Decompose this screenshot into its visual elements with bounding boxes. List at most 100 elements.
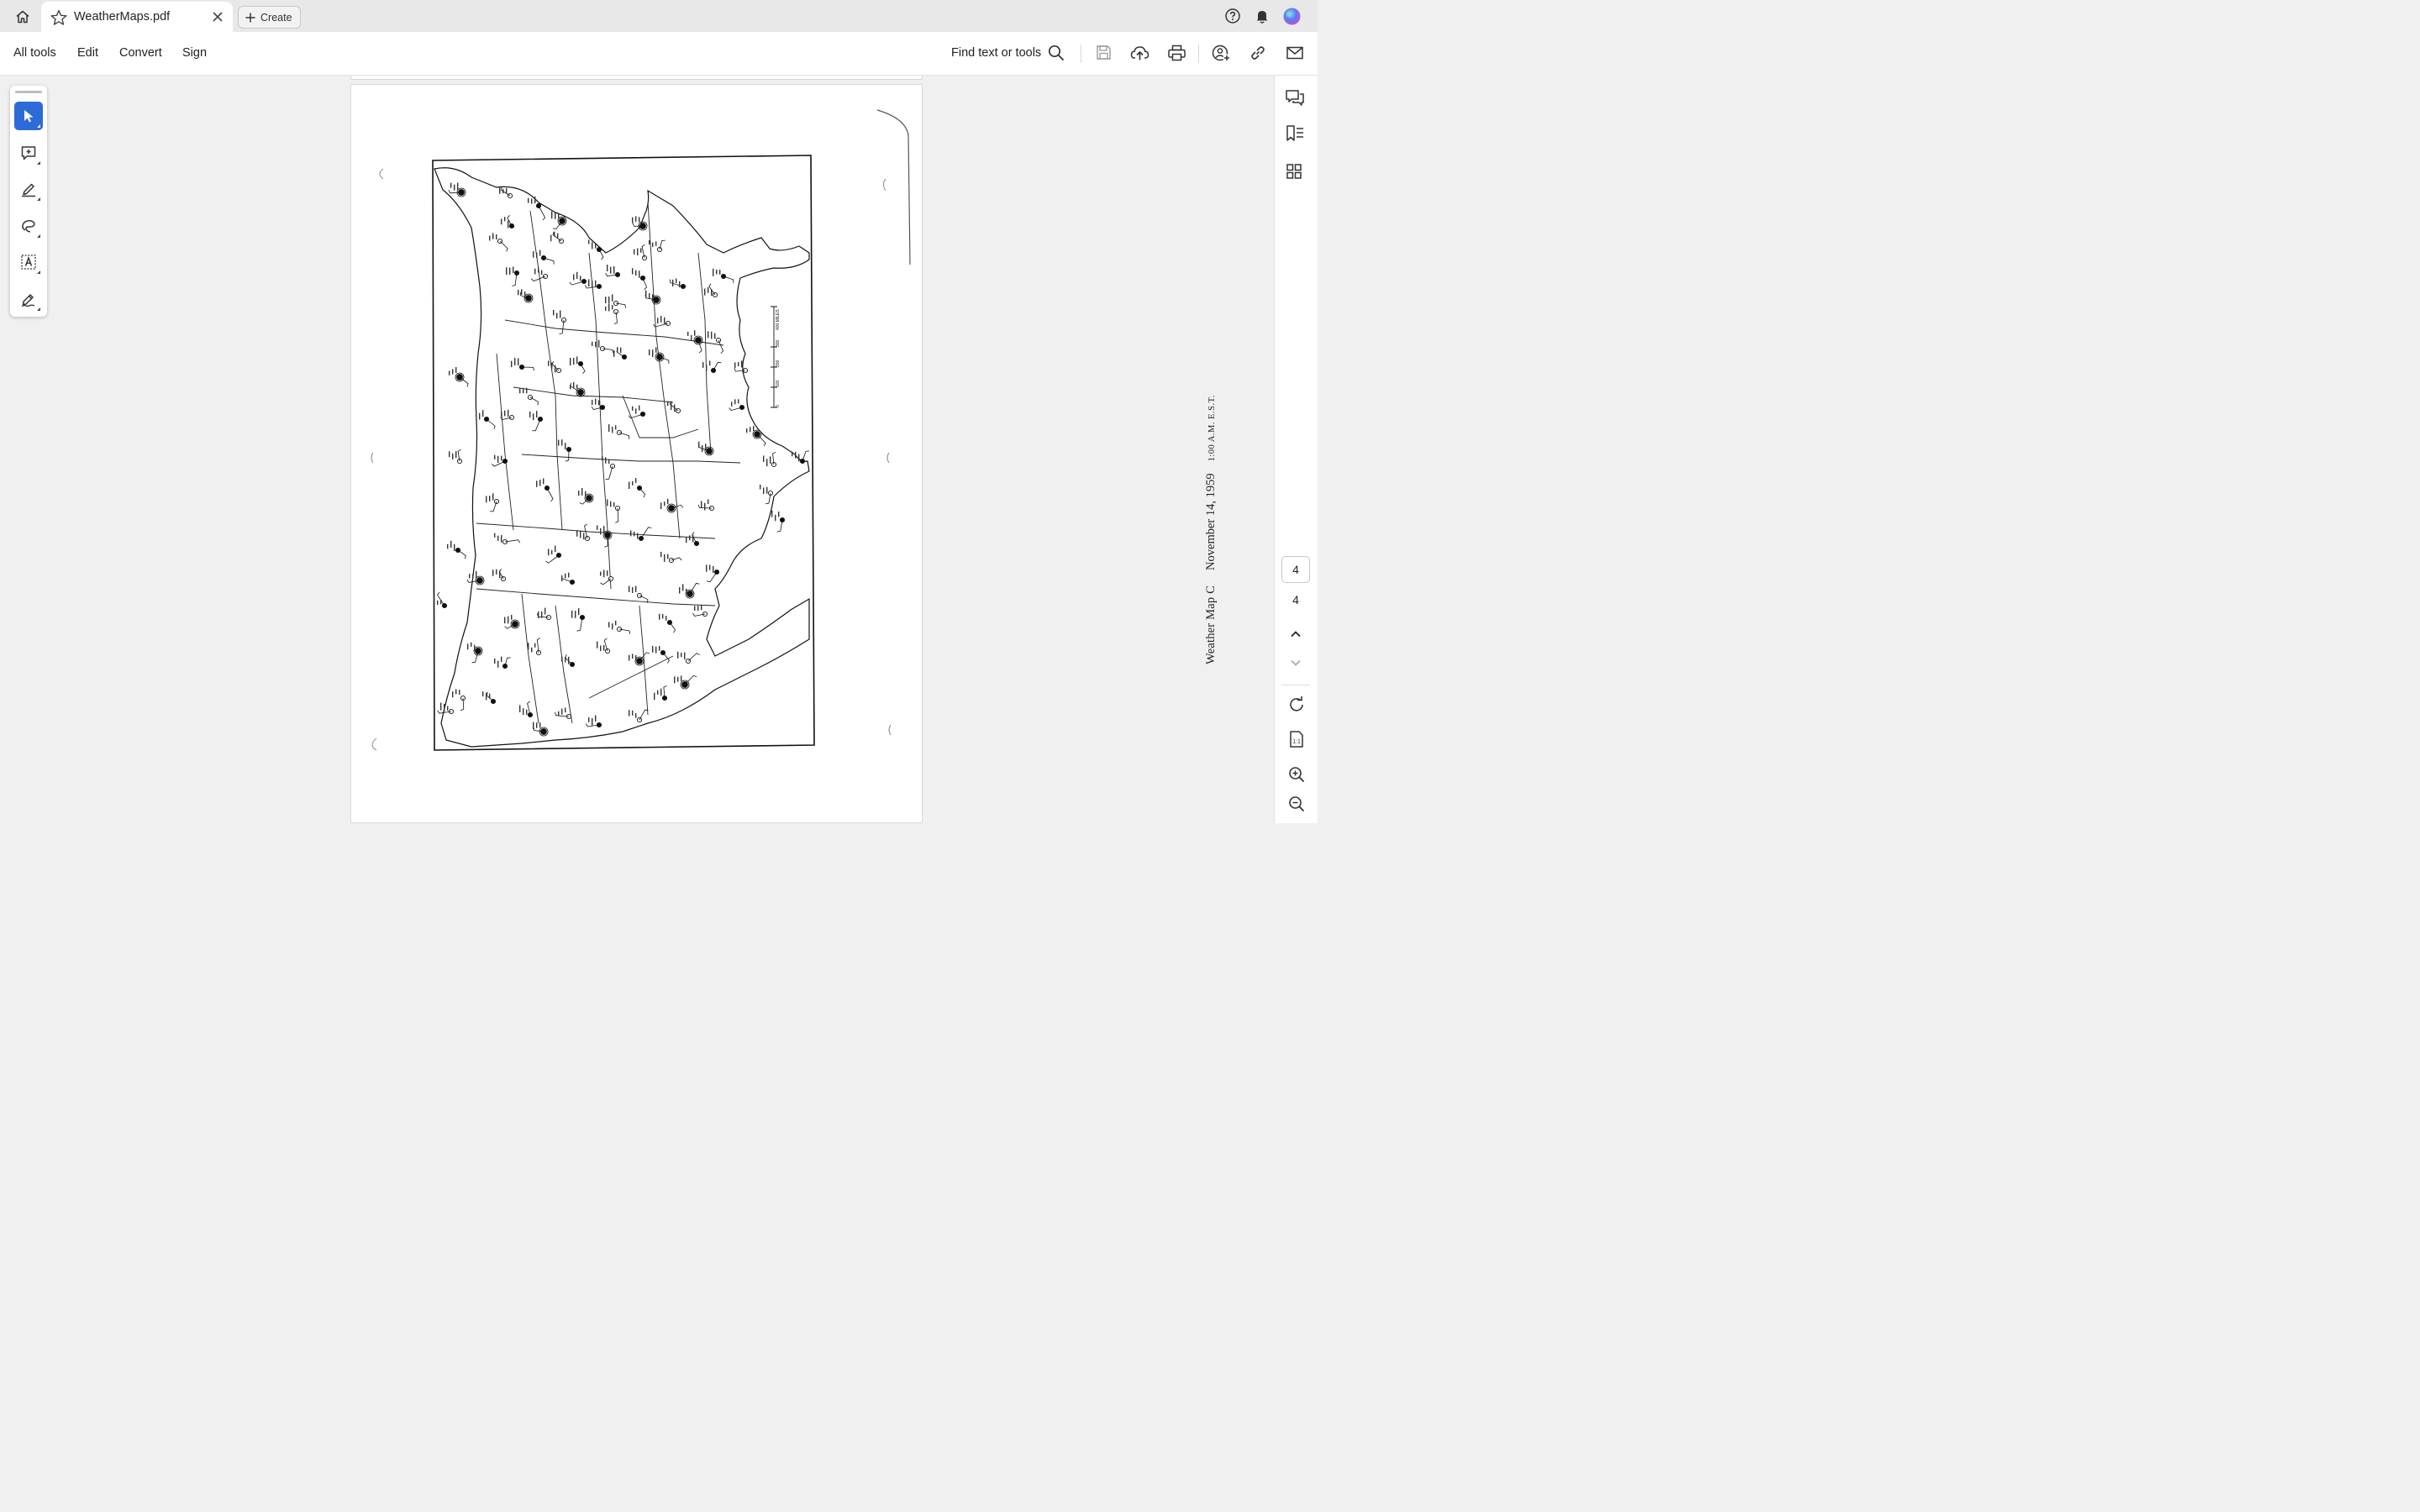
station-figure-mark: [529, 411, 531, 417]
station-figure-mark: [711, 289, 713, 297]
station-figure-mark: [573, 358, 575, 365]
station-figure-mark: [528, 197, 529, 203]
link-icon[interactable]: [1249, 44, 1267, 62]
station-figure-mark: [452, 369, 454, 375]
comments-icon[interactable]: [1285, 89, 1305, 108]
station-figure-mark: [524, 291, 526, 298]
chevron-up-icon[interactable]: [1288, 627, 1303, 642]
freehand-icon: [20, 218, 37, 234]
menu-all-tools[interactable]: All tools: [13, 46, 56, 60]
station-figure-mark: [509, 267, 511, 275]
station-figure-mark: [455, 689, 457, 695]
share-icon[interactable]: [1212, 44, 1231, 62]
station-figure-mark: [528, 643, 529, 650]
rotate-icon[interactable]: [1287, 696, 1306, 714]
create-button[interactable]: Create: [238, 6, 301, 29]
station-figure-mark: [694, 606, 696, 611]
caption-date: November 14, 1959: [1204, 473, 1218, 570]
acrobat-window: WeatherMaps.pdf Create All tools Edit Co…: [0, 0, 1318, 823]
station-figure-mark: [502, 188, 504, 194]
mail-icon[interactable]: [1286, 44, 1304, 62]
star-icon[interactable]: [50, 8, 68, 27]
station-figure-mark: [657, 318, 659, 323]
station-figure-mark: [704, 502, 706, 511]
station-figure-mark: [496, 569, 497, 575]
station-figure-mark: [687, 331, 689, 336]
bookmarks-icon[interactable]: [1285, 124, 1305, 143]
find-text-or-tools[interactable]: Find text or tools: [951, 46, 1041, 60]
current-page-input[interactable]: 4: [1281, 556, 1310, 583]
station-figure-mark: [617, 347, 618, 353]
draw-tool-button[interactable]: [14, 212, 43, 240]
scan-mark: [379, 168, 384, 180]
station-figure-mark: [711, 331, 713, 339]
search-icon[interactable]: [1047, 44, 1065, 62]
home-icon: [14, 8, 31, 25]
station-figure-mark: [548, 549, 550, 556]
tool-submenu-indicator: [37, 161, 40, 165]
station-figure-mark: [506, 188, 508, 193]
menu-convert[interactable]: Convert: [119, 46, 162, 60]
wind-barb: [569, 281, 585, 286]
station-figure-mark: [652, 242, 654, 247]
toolbar-grip[interactable]: [15, 91, 42, 93]
station-figure-mark: [738, 362, 739, 367]
help-icon[interactable]: [1224, 8, 1241, 24]
fit-page-icon[interactable]: 1:1: [1287, 730, 1306, 748]
station-figure-mark: [795, 451, 797, 459]
station-figure-mark: [447, 706, 449, 711]
station-figure-mark: [575, 611, 576, 618]
station-figure-mark: [607, 265, 608, 272]
thumbnails-icon[interactable]: [1285, 162, 1303, 181]
station-figure-mark: [734, 362, 736, 369]
station-figure-mark: [649, 293, 650, 299]
station-figure-mark: [664, 501, 666, 507]
add-comment-tool-button[interactable]: [14, 139, 43, 167]
station-figure-mark: [613, 266, 615, 274]
highlight-tool-button[interactable]: [14, 175, 43, 203]
scan-mark: [371, 738, 377, 751]
text-select-tool-button[interactable]: [14, 248, 43, 276]
signature-tool-button[interactable]: [14, 285, 43, 313]
station-figure-mark: [635, 216, 637, 222]
station-figure-mark: [534, 643, 536, 648]
upload-icon[interactable]: [1130, 44, 1150, 62]
bell-icon[interactable]: [1254, 8, 1270, 24]
print-icon[interactable]: [1167, 44, 1186, 62]
station-figure-mark: [588, 279, 590, 287]
station-figure-mark: [605, 306, 607, 311]
select-tool-button[interactable]: [14, 102, 43, 130]
station-figure-mark: [536, 411, 538, 418]
coastline: [434, 167, 810, 748]
chevron-down-icon[interactable]: [1288, 655, 1303, 670]
menu-sign[interactable]: Sign: [182, 46, 207, 60]
station-figure-mark: [654, 692, 655, 701]
station-figure-mark: [649, 240, 650, 244]
wind-barb: [708, 283, 716, 296]
station-figure-mark: [702, 362, 704, 368]
zoom-in-icon[interactable]: [1287, 765, 1306, 784]
station-figure-mark: [501, 455, 502, 461]
station-figure-mark: [603, 526, 605, 533]
station-figure-mark: [553, 310, 555, 316]
close-icon[interactable]: [210, 9, 225, 24]
station-figure-mark: [613, 502, 615, 507]
station-figure-mark: [519, 387, 521, 394]
station-figure-mark: [514, 358, 516, 365]
station-figure-mark: [652, 294, 654, 302]
scan-mark: [883, 178, 886, 192]
station-figure-mark: [450, 540, 452, 549]
menu-edit[interactable]: Edit: [77, 46, 98, 60]
save-icon[interactable]: [1095, 44, 1113, 61]
station-figure-mark: [501, 656, 502, 662]
station-figure-mark: [551, 549, 553, 554]
zoom-out-icon[interactable]: [1287, 795, 1306, 813]
wind-barb: [639, 487, 646, 498]
document-tab[interactable]: WeatherMaps.pdf: [41, 2, 233, 32]
avatar[interactable]: [1283, 8, 1301, 25]
station-figure-mark: [701, 605, 702, 611]
scale-label: 400 MILES: [776, 309, 781, 330]
home-button[interactable]: [8, 3, 37, 30]
station-figure-mark: [588, 717, 590, 722]
pdf-page[interactable]: 0 100 200 300 400 MILES Weather Map C No…: [350, 84, 1218, 823]
